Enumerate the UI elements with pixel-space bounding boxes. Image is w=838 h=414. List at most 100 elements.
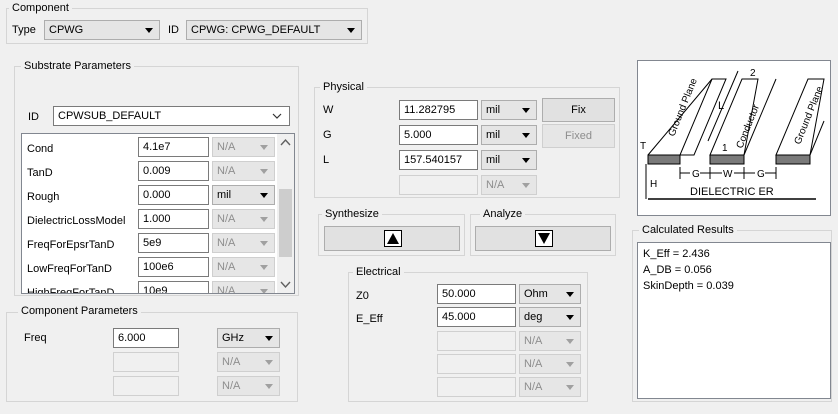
param-value-input[interactable]: 5e9 [138, 233, 209, 253]
chevron-down-icon [566, 339, 574, 344]
param-unit-select: N/A [217, 352, 280, 372]
unit-value: deg [524, 311, 543, 323]
scrollbar-thumb[interactable] [279, 189, 292, 257]
param-unit-select[interactable]: N/A [212, 257, 275, 277]
scroll-up-icon[interactable] [280, 138, 291, 146]
g-input[interactable]: 5.000 [399, 125, 478, 145]
type-select[interactable]: CPWG [44, 20, 160, 40]
height-label: H [650, 179, 657, 190]
dielectric-label: DIELECTRIC ER [690, 186, 774, 198]
l-label: L [323, 154, 330, 166]
param-name: LowFreqForTanD [27, 263, 112, 275]
g-unit-select[interactable]: mil [481, 125, 537, 145]
physical-input-empty [399, 175, 478, 195]
analyze-title: Analyze [480, 208, 526, 221]
type-select-value: CPWG [49, 24, 84, 36]
unit-value: N/A [217, 285, 236, 294]
unit-value: mil [486, 154, 501, 166]
param-value-input[interactable]: 1.000 [138, 209, 209, 229]
electrical-input-empty [437, 377, 516, 397]
param-value-input[interactable]: 10e9 [138, 281, 209, 293]
substrate-id-value: CPWSUB_DEFAULT [58, 110, 162, 122]
chevron-down-icon [260, 193, 268, 198]
unit-value: N/A [222, 380, 241, 392]
component-group-title: Component [9, 2, 72, 15]
param-unit-select[interactable]: N/A [212, 233, 275, 253]
w-input[interactable]: 11.282795 [399, 100, 478, 120]
param-unit-select[interactable]: mil [212, 185, 275, 205]
substrate-group-title: Substrate Parameters [21, 60, 134, 73]
list-item: TanD 0.009 N/A [22, 161, 279, 185]
z0-unit-select[interactable]: Ohm [519, 284, 581, 304]
unit-value: N/A [524, 381, 543, 393]
freq-unit-select[interactable]: GHz [217, 328, 280, 348]
chevron-down-icon [260, 289, 268, 293]
scroll-down-icon[interactable] [280, 281, 291, 289]
eeff-input[interactable]: 45.000 [437, 307, 516, 327]
substrate-params-list[interactable]: Cond 4.1e7 N/A TanD 0.009 N/A Rough 0.00… [21, 133, 295, 294]
electrical-input-empty [437, 331, 516, 351]
fix-button[interactable]: Fix [542, 98, 615, 122]
physical-group-title: Physical [320, 81, 367, 94]
param-value-input[interactable]: 4.1e7 [138, 137, 209, 157]
param-unit-select[interactable]: N/A [212, 161, 275, 181]
electrical-unit-select: N/A [519, 377, 581, 397]
chevron-down-icon [265, 360, 273, 365]
unit-value: N/A [217, 237, 236, 249]
unit-value: N/A [217, 261, 236, 273]
result-line: A_DB = 0.056 [643, 264, 712, 276]
unit-value: N/A [217, 213, 236, 225]
chevron-down-icon [265, 384, 273, 389]
param-value-input[interactable]: 0.000 [138, 185, 209, 205]
unit-value: N/A [486, 179, 505, 191]
l-unit-select[interactable]: mil [481, 150, 537, 170]
node-2-label: 2 [750, 68, 756, 79]
conductor-bar [709, 154, 745, 165]
z0-input[interactable]: 50.000 [437, 284, 516, 304]
param-unit-select[interactable]: N/A [212, 137, 275, 157]
vertical-scrollbar[interactable] [277, 134, 294, 293]
z0-label: Z0 [356, 290, 369, 302]
electrical-unit-select: N/A [519, 354, 581, 374]
fixed-button[interactable]: Fixed [542, 124, 615, 148]
unit-value: GHz [222, 332, 244, 344]
id-label: ID [168, 24, 179, 36]
w-label: W [323, 104, 334, 116]
arrow-down-icon [535, 230, 553, 247]
width-label: W [723, 169, 733, 180]
w-unit-select[interactable]: mil [481, 100, 537, 120]
param-unit-select[interactable]: N/A [212, 209, 275, 229]
unit-value: N/A [222, 356, 241, 368]
synthesize-title: Synthesize [322, 208, 382, 221]
substrate-id-select[interactable]: CPWSUB_DEFAULT [53, 106, 290, 126]
chevron-down-icon [566, 315, 574, 320]
electrical-title: Electrical [353, 266, 404, 279]
unit-value: N/A [217, 165, 236, 177]
results-title: Calculated Results [639, 224, 737, 237]
component-id-select[interactable]: CPWG: CPWG_DEFAULT [186, 20, 362, 40]
param-value-input[interactable]: 0.009 [138, 161, 209, 181]
l-input[interactable]: 157.540157 [399, 150, 478, 170]
chevron-down-icon [272, 113, 282, 119]
right-ground-bar [775, 154, 811, 165]
list-item: FreqForEpsrTanD 5e9 N/A [22, 233, 279, 257]
analyze-button[interactable] [475, 226, 611, 251]
chevron-down-icon [566, 362, 574, 367]
chevron-down-icon [522, 158, 530, 163]
param-unit-select[interactable]: N/A [212, 281, 275, 294]
g-label: G [323, 129, 332, 141]
electrical-unit-select: N/A [519, 331, 581, 351]
unit-value: N/A [524, 358, 543, 370]
param-value-input[interactable]: 100e6 [138, 257, 209, 277]
left-ground-bar [647, 154, 681, 165]
eeff-unit-select[interactable]: deg [519, 307, 581, 327]
substrate-id-label: ID [28, 111, 39, 123]
component-params-title: Component Parameters [18, 305, 141, 318]
results-box[interactable]: K_Eff = 2.436 A_DB = 0.056 SkinDepth = 0… [637, 242, 831, 399]
param-name: Cond [27, 143, 54, 155]
freq-input[interactable]: 6.000 [113, 328, 179, 348]
list-item: Rough 0.000 mil [22, 185, 279, 209]
synthesize-button[interactable] [324, 226, 460, 251]
chevron-down-icon [260, 169, 268, 174]
unit-value: N/A [524, 335, 543, 347]
